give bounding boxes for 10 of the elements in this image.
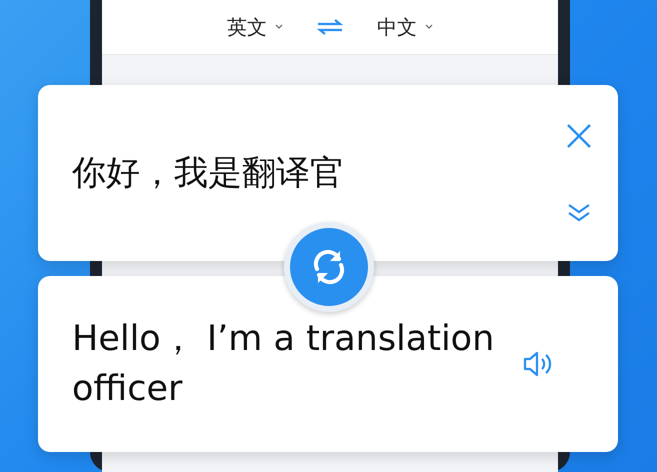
caret-icon [425,24,433,30]
speaker-icon[interactable] [522,350,554,378]
target-language-dropdown[interactable]: 中文 [377,14,433,40]
close-icon[interactable] [566,123,592,149]
caret-icon [275,24,283,30]
result-text: Hello， I’m a translation officer [72,318,496,411]
swap-icon[interactable] [317,18,343,36]
source-language-dropdown[interactable]: 英文 [227,14,283,40]
double-chevron-icon[interactable] [567,203,591,223]
source-text: 你好，我是翻译官 [72,152,345,195]
